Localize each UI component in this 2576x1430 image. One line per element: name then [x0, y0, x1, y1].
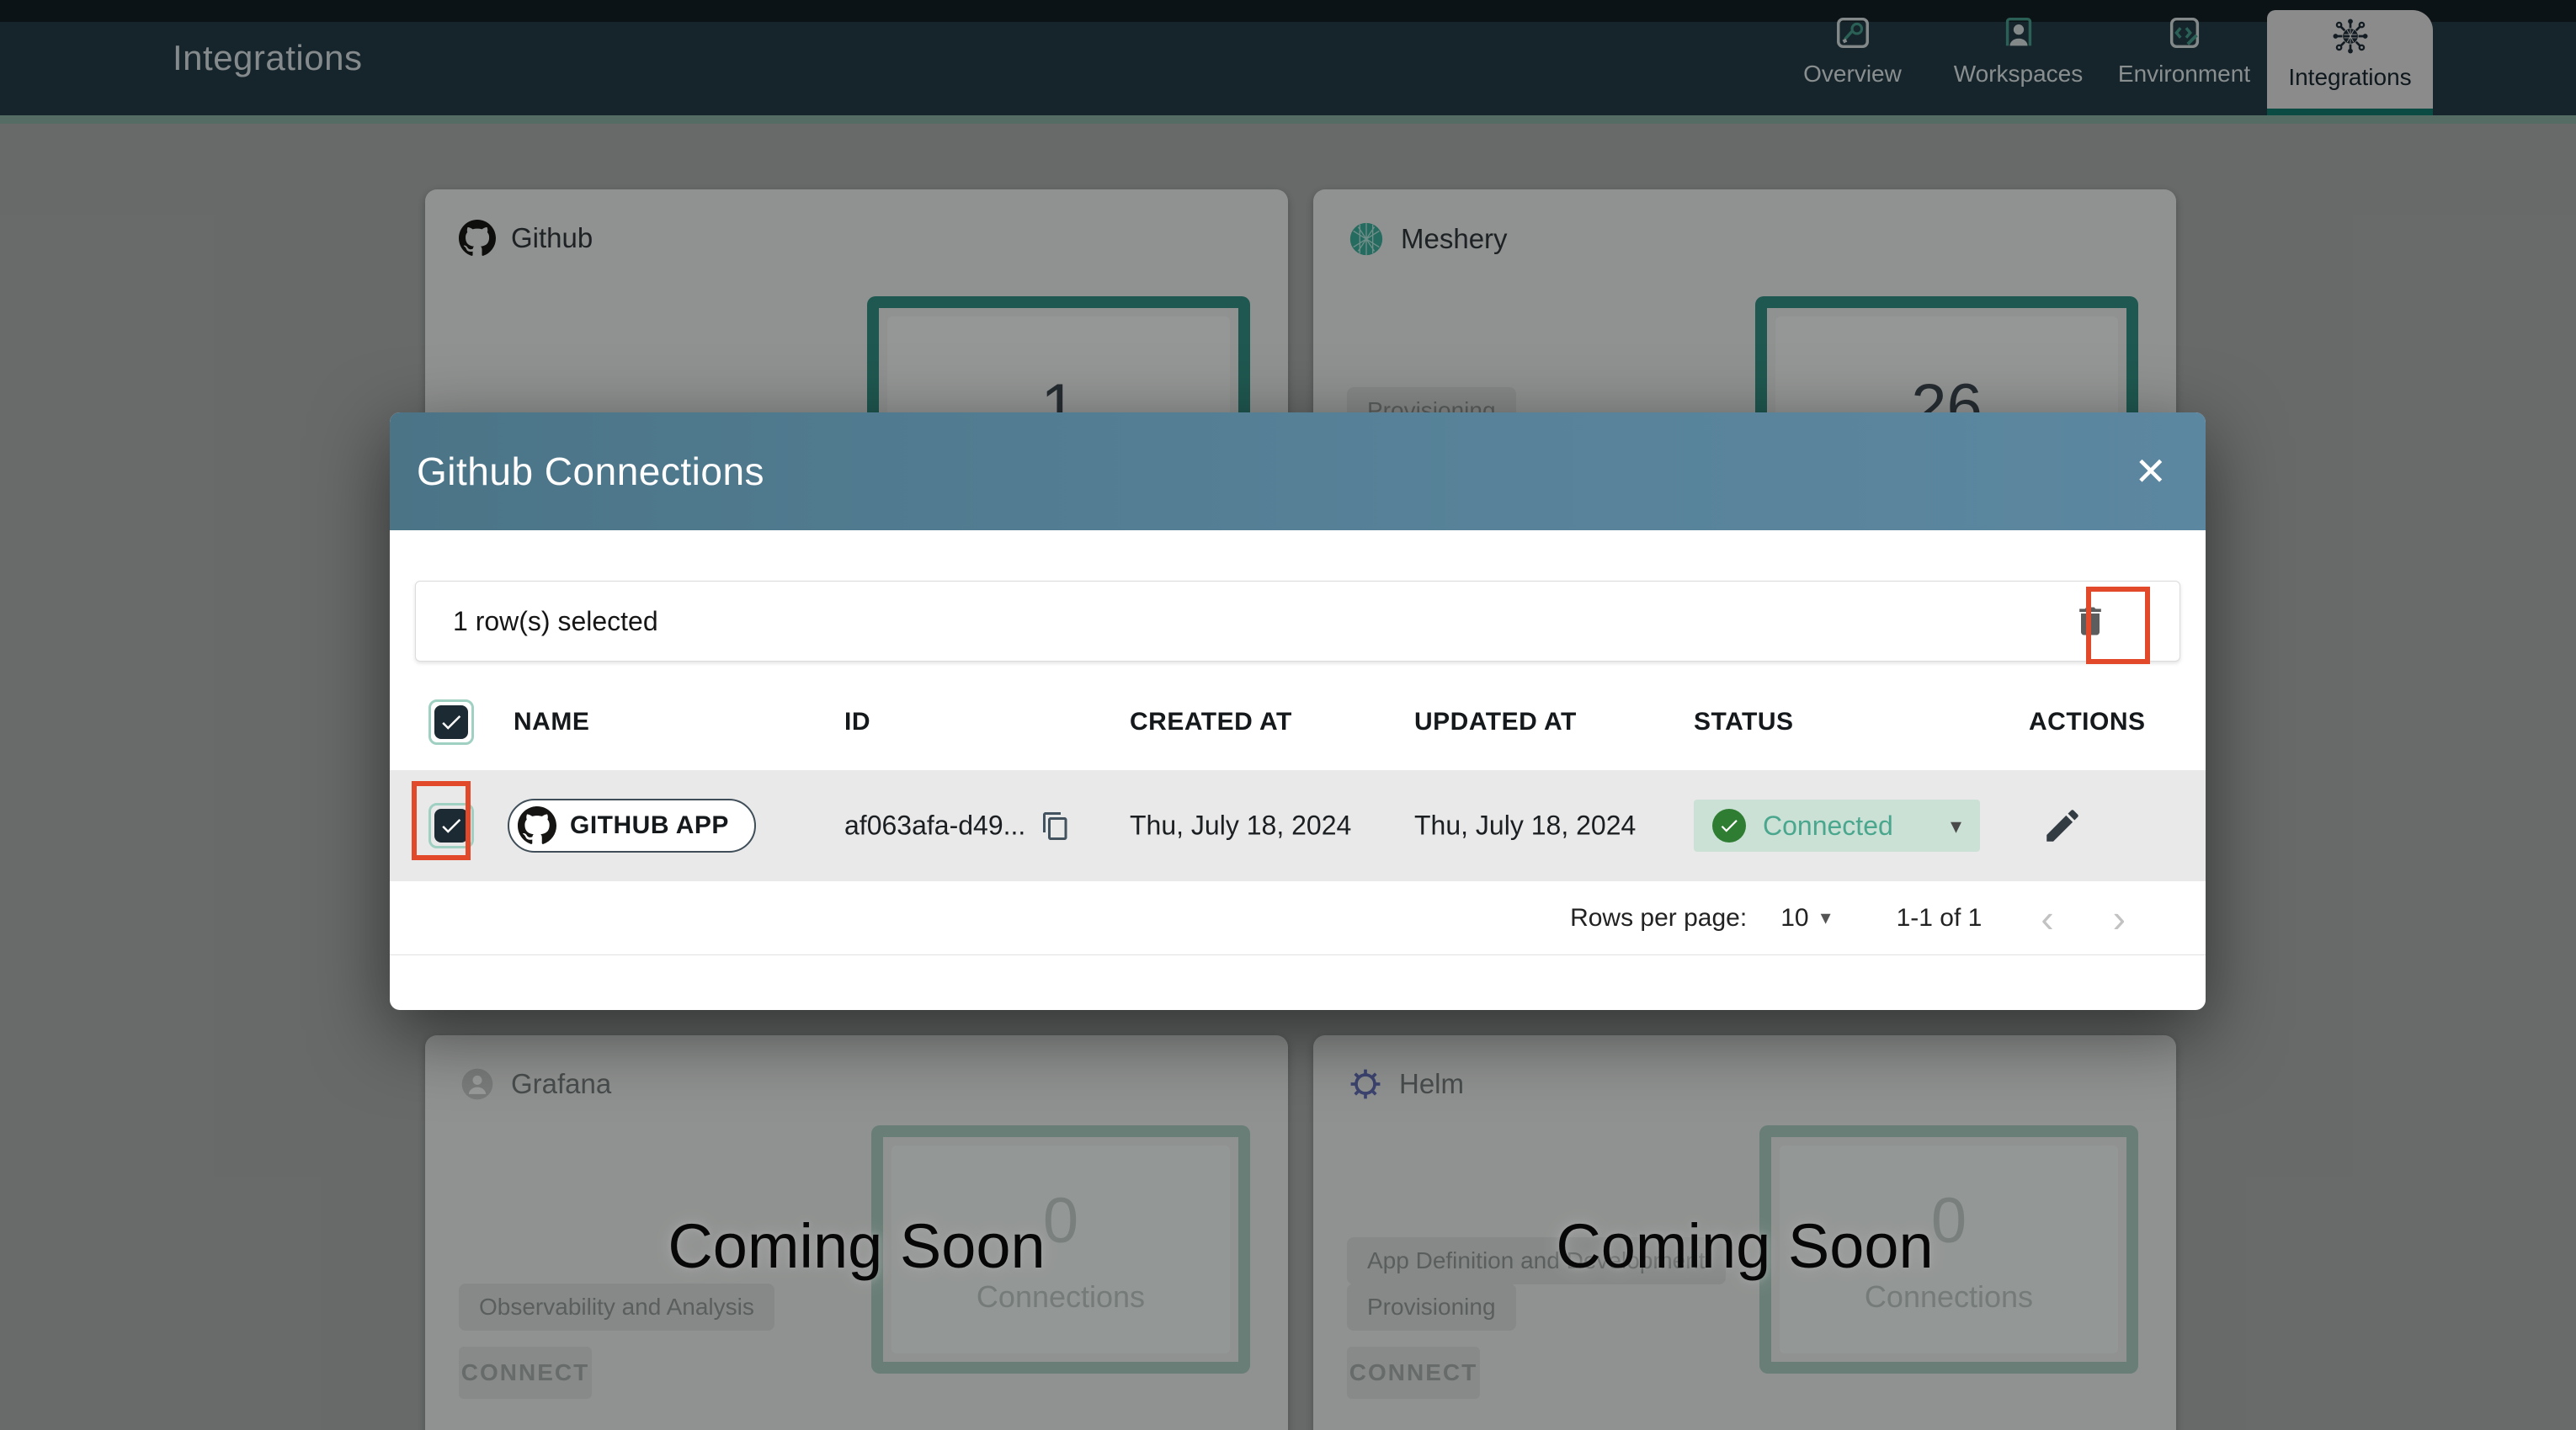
github-connections-modal: Github Connections ✕ 1 row(s) selected N…: [390, 412, 2206, 1010]
connection-name: GITHUB APP: [570, 811, 729, 839]
rows-per-page-value: 10: [1780, 903, 1809, 932]
copy-icon[interactable]: [1041, 811, 1071, 841]
integrations-page: Integrations Overview Workspaces Environ…: [0, 0, 2576, 1430]
col-status[interactable]: STATUS: [1694, 708, 1794, 736]
modal-header: Github Connections ✕: [390, 412, 2206, 530]
modal-title: Github Connections: [417, 449, 765, 493]
selected-rows-text: 1 row(s) selected: [453, 605, 658, 636]
caret-down-icon: ▾: [1820, 906, 1831, 929]
github-icon: [518, 806, 556, 844]
status-dropdown[interactable]: Connected ▾: [1694, 800, 1980, 852]
connected-check-icon: [1712, 809, 1746, 843]
rows-per-page-label: Rows per page:: [1570, 903, 1748, 932]
table-header-row: NAME ID CREATED AT UPDATED AT STATUS ACT…: [390, 673, 2206, 770]
col-name[interactable]: NAME: [514, 708, 589, 736]
col-updated[interactable]: UPDATED AT: [1414, 708, 1577, 736]
col-actions: ACTIONS: [2029, 707, 2146, 736]
select-all-checkbox[interactable]: [428, 699, 474, 745]
table-row[interactable]: GITHUB APP af063afa-d49... Thu, July 18,…: [390, 770, 2206, 881]
next-page-button[interactable]: ›: [2113, 899, 2126, 938]
status-badge: Connected: [1763, 810, 1893, 841]
close-icon[interactable]: ✕: [2134, 452, 2167, 491]
annotation-box-checkbox: [412, 781, 471, 860]
created-at: Thu, July 18, 2024: [1130, 810, 1352, 841]
connection-id-cell: af063afa-d49...: [844, 811, 1071, 842]
connection-id: af063afa-d49...: [844, 810, 1026, 841]
edit-icon[interactable]: [2041, 805, 2084, 847]
rows-per-page-select[interactable]: 10 ▾: [1780, 904, 1830, 933]
annotation-box-delete: [2086, 587, 2150, 664]
prev-page-button[interactable]: ‹: [2041, 899, 2053, 938]
col-id[interactable]: ID: [844, 708, 870, 736]
pagination-range: 1-1 of 1: [1896, 903, 1983, 932]
connection-name-chip[interactable]: GITHUB APP: [508, 799, 756, 853]
updated-at: Thu, July 18, 2024: [1414, 810, 1637, 841]
caret-down-icon: ▾: [1950, 812, 1961, 838]
selection-toolbar: 1 row(s) selected: [415, 581, 2180, 662]
check-icon: [442, 715, 461, 730]
table-pagination: Rows per page: 10 ▾ 1-1 of 1 ‹ ›: [390, 881, 2206, 955]
col-created[interactable]: CREATED AT: [1130, 708, 1292, 736]
